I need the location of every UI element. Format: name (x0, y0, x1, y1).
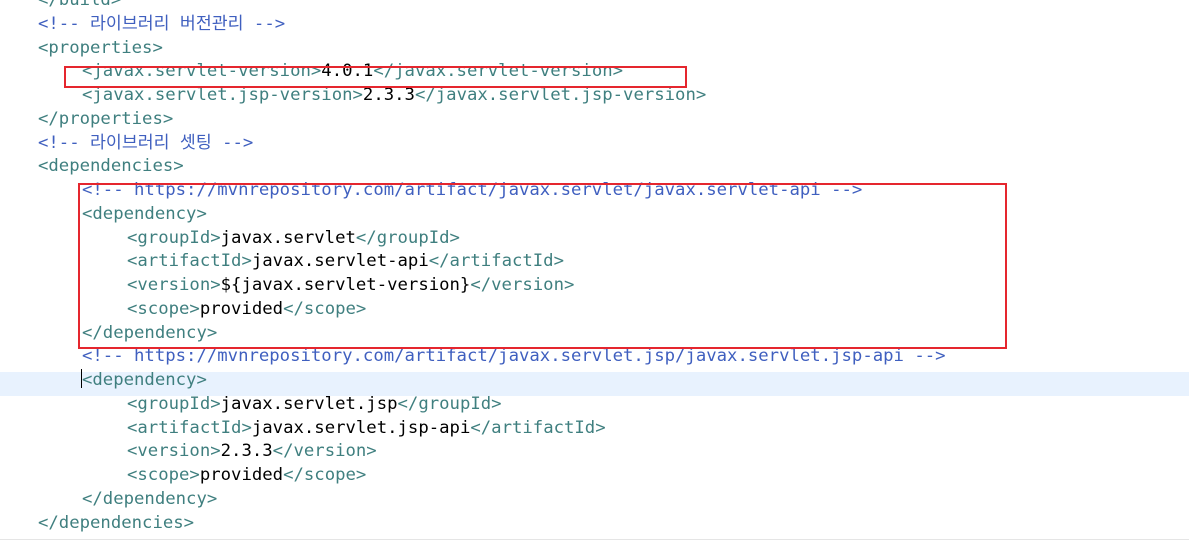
xml-tag: </javax.servlet-version> (373, 61, 624, 82)
code-line[interactable]: <!-- https://mvnrepository.com/artifact/… (82, 344, 946, 368)
xml-tag: <groupId> (127, 227, 221, 248)
xml-tag: </groupId> (397, 393, 502, 414)
code-line[interactable]: <javax.servlet-version>4.0.1</javax.serv… (82, 59, 623, 83)
code-line[interactable]: <version>${javax.servlet-version}</versi… (127, 273, 574, 297)
xml-tag: </version> (470, 275, 575, 295)
xml-tag: <scope> (127, 465, 200, 485)
xml-tag: <dependencies> (38, 156, 184, 177)
xml-tag: <dependency> (82, 370, 207, 390)
code-line[interactable]: </dependency> (82, 321, 217, 345)
code-line[interactable]: <version>2.3.3</version> (127, 439, 377, 463)
xml-tag: </dependency> (82, 322, 218, 343)
xml-text: 2.3.3 (220, 441, 273, 462)
xml-tag: </build> (38, 0, 122, 10)
xml-comment: <!-- https://mvnrepository.com/artifact/… (82, 346, 946, 367)
xml-tag: </artifactId> (428, 251, 564, 272)
xml-text: javax.servlet-api (251, 251, 429, 272)
code-line[interactable]: <properties> (38, 36, 163, 60)
xml-comment: <!-- https://mvnrepository.com/artifact/… (82, 180, 863, 200)
xml-text: 4.0.1 (321, 61, 374, 82)
xml-tag: </groupId> (355, 227, 460, 248)
xml-comment: <!-- 라이브러리 버전관리 --> (38, 13, 286, 34)
xml-comment: <!-- 라이브러리 셋팅 --> (38, 132, 254, 153)
xml-tag: <version> (127, 275, 221, 295)
xml-tag: </dependencies> (38, 512, 195, 533)
xml-text: provided (199, 298, 284, 319)
xml-tag: </scope> (283, 298, 367, 319)
xml-tag: <dependency> (82, 203, 207, 224)
code-line[interactable]: <dependency> (82, 202, 207, 226)
xml-tag: </artifactId> (470, 417, 606, 438)
xml-text: 2.3.3 (362, 85, 415, 105)
xml-text: javax.servlet (220, 227, 356, 248)
code-line[interactable]: <dependencies> (38, 154, 184, 178)
xml-tag: </dependency> (82, 488, 218, 509)
xml-text: javax.servlet.jsp-api (251, 417, 471, 438)
code-line[interactable]: <groupId>javax.servlet.jsp</groupId> (127, 392, 502, 416)
xml-tag: <version> (127, 441, 221, 462)
code-line[interactable]: </dependencies> (38, 511, 194, 535)
code-line[interactable]: <!-- https://mvnrepository.com/artifact/… (82, 178, 862, 202)
code-line[interactable]: </dependency> (82, 487, 217, 511)
xml-tag: </version> (272, 441, 377, 462)
code-line[interactable]: <scope>provided</scope> (127, 297, 366, 321)
xml-tag: <javax.servlet.jsp-version> (82, 85, 363, 105)
code-line[interactable]: <javax.servlet.jsp-version>2.3.3</javax.… (82, 83, 706, 107)
code-editor[interactable]: </build> <!-- 라이브러리 버전관리 --> <properties> <… (0, 0, 1189, 542)
code-line[interactable]: <!-- 라이브러리 셋팅 --> (38, 131, 253, 155)
xml-text: javax.servlet.jsp (220, 393, 398, 414)
xml-tag: <scope> (127, 298, 200, 319)
code-line[interactable]: <!-- 라이브러리 버전관리 --> (38, 12, 285, 36)
code-line[interactable]: <scope>provided</scope> (127, 463, 366, 487)
xml-tag: <javax.servlet-version> (82, 61, 322, 82)
xml-tag: <artifactId> (127, 251, 252, 272)
xml-text: provided (199, 465, 284, 485)
code-line[interactable]: <artifactId>javax.servlet-api</artifactI… (127, 249, 564, 273)
xml-tag: </scope> (283, 465, 367, 485)
code-line[interactable]: <dependency> (81, 368, 207, 392)
code-line[interactable]: <artifactId>javax.servlet.jsp-api</artif… (127, 416, 606, 440)
code-line[interactable]: </properties> (38, 107, 173, 131)
xml-tag: <properties> (38, 37, 163, 58)
xml-tag: <groupId> (127, 393, 221, 414)
code-line[interactable]: </build> (38, 0, 121, 12)
xml-tag: </javax.servlet.jsp-version> (414, 85, 707, 105)
xml-text: ${javax.servlet-version} (220, 275, 471, 295)
xml-tag: </properties> (38, 108, 174, 129)
xml-tag: <artifactId> (127, 417, 252, 438)
code-line[interactable]: <groupId>javax.servlet</groupId> (127, 226, 460, 250)
editor-bottom-border (0, 539, 1189, 540)
